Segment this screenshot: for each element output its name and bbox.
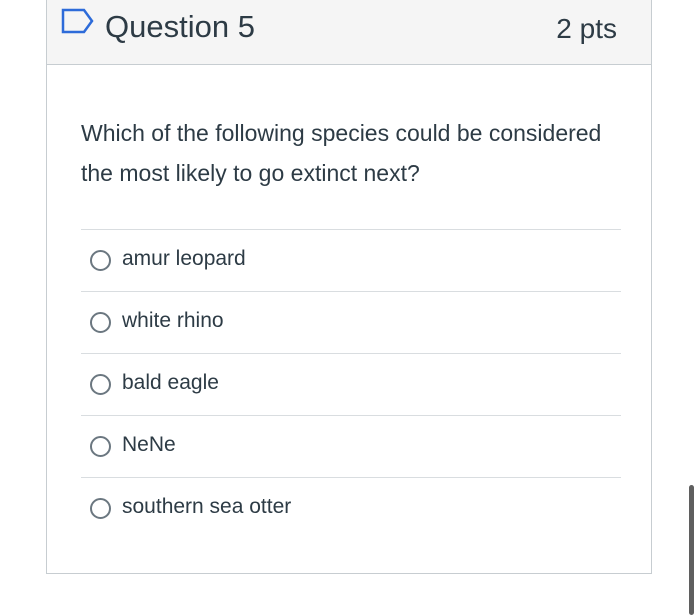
radio-button[interactable] (90, 250, 111, 271)
answer-option[interactable]: NeNe (81, 415, 621, 477)
question-points: 2 pts (556, 13, 617, 44)
page-scrollbar[interactable] (689, 485, 694, 615)
answer-option[interactable]: white rhino (81, 291, 621, 353)
radio-button[interactable] (90, 312, 111, 333)
answer-option[interactable]: southern sea otter (81, 477, 621, 539)
answer-label[interactable]: NeNe (122, 431, 176, 459)
question-title: Question 5 (105, 9, 255, 44)
answer-list: amur leopard white rhino bald eagle NeNe… (81, 229, 621, 539)
radio-button[interactable] (90, 436, 111, 457)
question-header: Question 5 2 pts (47, 0, 651, 65)
answer-option[interactable]: bald eagle (81, 353, 621, 415)
answer-label[interactable]: white rhino (122, 307, 224, 335)
question-card: Question 5 2 pts Which of the following … (46, 0, 652, 574)
answer-label[interactable]: bald eagle (122, 369, 219, 397)
radio-button[interactable] (90, 374, 111, 395)
question-text: Which of the following species could be … (81, 120, 602, 186)
radio-button[interactable] (90, 498, 111, 519)
answer-label[interactable]: amur leopard (122, 245, 246, 273)
flag-question-icon[interactable] (60, 7, 96, 35)
answer-label[interactable]: southern sea otter (122, 493, 291, 521)
answer-option[interactable]: amur leopard (81, 229, 621, 291)
